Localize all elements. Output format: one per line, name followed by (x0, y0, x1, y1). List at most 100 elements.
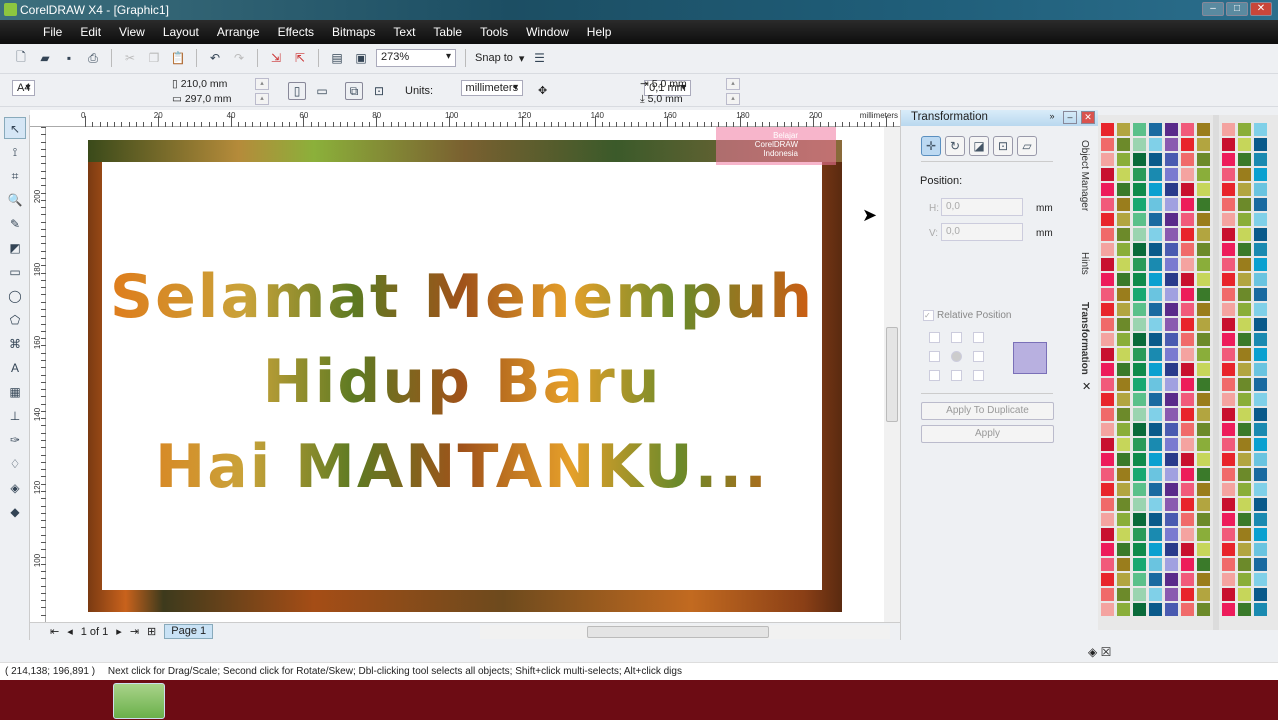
palette-swatch[interactable] (1222, 423, 1235, 436)
palette-swatch[interactable] (1117, 318, 1130, 331)
palette-swatch[interactable] (1149, 423, 1162, 436)
prev-page-button[interactable]: ◂ (67, 625, 73, 638)
palette-swatch[interactable] (1238, 423, 1251, 436)
vertical-scroll-thumb[interactable] (886, 327, 898, 422)
palette-swatch[interactable] (1181, 318, 1194, 331)
shape-tool-icon[interactable]: ⟟ (4, 141, 26, 163)
palette-swatch[interactable] (1197, 183, 1210, 196)
palette-swatch[interactable] (1133, 393, 1146, 406)
palette-swatch[interactable] (1222, 408, 1235, 421)
palette-swatch[interactable] (1149, 183, 1162, 196)
palette-swatch[interactable] (1197, 318, 1210, 331)
palette-swatch[interactable] (1181, 513, 1194, 526)
palette-swatch[interactable] (1117, 453, 1130, 466)
palette-swatch[interactable] (1149, 198, 1162, 211)
palette-swatch[interactable] (1133, 423, 1146, 436)
palette-swatch[interactable] (1165, 228, 1178, 241)
palette-swatch[interactable] (1254, 333, 1267, 346)
palette-swatch[interactable] (1165, 378, 1178, 391)
palette-swatch[interactable] (1197, 543, 1210, 556)
palette-swatch[interactable] (1101, 423, 1114, 436)
palette-swatch[interactable] (1181, 543, 1194, 556)
palette-swatch[interactable] (1101, 513, 1114, 526)
palette-swatch[interactable] (1238, 603, 1251, 616)
palette-swatch[interactable] (1197, 303, 1210, 316)
palette-swatch[interactable] (1101, 123, 1114, 136)
palette-swatch[interactable] (1222, 243, 1235, 256)
palette-swatch[interactable] (1254, 408, 1267, 421)
palette-swatch[interactable] (1181, 273, 1194, 286)
next-page-button[interactable]: ▸ (116, 625, 122, 638)
horizontal-scroll-thumb[interactable] (587, 626, 769, 638)
page-width-field[interactable]: ▯ 210,0 mm (172, 78, 227, 90)
palette-swatch[interactable] (1181, 363, 1194, 376)
palette-swatch[interactable] (1149, 573, 1162, 586)
scale-mirror-icon[interactable]: ◪ (969, 136, 989, 156)
palette-swatch[interactable] (1238, 393, 1251, 406)
all-pages-icon[interactable]: ⧉ (345, 82, 363, 100)
palette-swatch[interactable] (1254, 228, 1267, 241)
palette-swatch[interactable] (1149, 408, 1162, 421)
palette-swatch[interactable] (1101, 303, 1114, 316)
palette-swatch[interactable] (1197, 588, 1210, 601)
palette-swatch[interactable] (1181, 558, 1194, 571)
palette-swatch[interactable] (1165, 513, 1178, 526)
palette-swatch[interactable] (1133, 243, 1146, 256)
palette-swatch[interactable] (1238, 528, 1251, 541)
palette-swatch[interactable] (1238, 288, 1251, 301)
palette-swatch[interactable] (1254, 483, 1267, 496)
palette-swatch[interactable] (1133, 528, 1146, 541)
palette-swatch[interactable] (1254, 498, 1267, 511)
palette-swatch[interactable] (1117, 213, 1130, 226)
palette-swatch[interactable] (1222, 378, 1235, 391)
first-page-button[interactable]: ⇤ (50, 625, 59, 638)
palette-swatch[interactable] (1238, 468, 1251, 481)
palette-swatch[interactable] (1165, 243, 1178, 256)
palette-swatch[interactable] (1101, 198, 1114, 211)
palette-swatch[interactable] (1181, 588, 1194, 601)
palette-swatch[interactable] (1133, 363, 1146, 376)
palette-swatch[interactable] (1101, 378, 1114, 391)
palette-swatch[interactable] (1197, 603, 1210, 616)
palette-swatch[interactable] (1133, 408, 1146, 421)
palette-swatch[interactable] (1165, 258, 1178, 271)
palette-swatch[interactable] (1117, 348, 1130, 361)
palette-swatch[interactable] (1117, 363, 1130, 376)
palette-swatch[interactable] (1254, 423, 1267, 436)
palette-swatch[interactable] (1117, 573, 1130, 586)
palette-swatch[interactable] (1222, 123, 1235, 136)
palette-swatch[interactable] (1238, 138, 1251, 151)
palette-swatch[interactable] (1133, 198, 1146, 211)
palette-swatch[interactable] (1165, 168, 1178, 181)
palette-swatch[interactable] (1222, 333, 1235, 346)
palette-swatch[interactable] (1149, 483, 1162, 496)
cut-icon[interactable]: ✂ (121, 49, 139, 67)
zoom-level-select[interactable]: 273% (376, 49, 456, 67)
palette-swatch[interactable] (1133, 258, 1146, 271)
minimize-docker-button[interactable]: – (1063, 111, 1077, 124)
anchor-checkbox[interactable] (929, 351, 940, 362)
palette-swatch[interactable] (1165, 273, 1178, 286)
palette-swatch[interactable] (1149, 558, 1162, 571)
text-frame[interactable]: Selamat Menempuh Hidup Baru Hai MANTANKU… (102, 162, 822, 590)
export-icon[interactable]: ⇱ (291, 49, 309, 67)
palette-swatch[interactable] (1238, 543, 1251, 556)
palette-swatch[interactable] (1222, 213, 1235, 226)
text-line-1[interactable]: Selamat Menempuh (102, 262, 822, 332)
palette-swatch[interactable] (1254, 273, 1267, 286)
palette-swatch[interactable] (1222, 468, 1235, 481)
palette-swatch[interactable] (1254, 288, 1267, 301)
palette-swatch[interactable] (1238, 168, 1251, 181)
last-page-button[interactable]: ⇥ (130, 625, 139, 638)
palette-swatch[interactable] (1181, 378, 1194, 391)
palette-swatch[interactable] (1181, 498, 1194, 511)
palette-swatch[interactable] (1101, 153, 1114, 166)
palette-swatch[interactable] (1254, 528, 1267, 541)
palette-swatch[interactable] (1181, 153, 1194, 166)
palette-swatch[interactable] (1238, 513, 1251, 526)
v-position-field[interactable]: 0,0 (941, 223, 1023, 241)
palette-swatch[interactable] (1165, 288, 1178, 301)
vertical-ruler[interactable]: 200 180 160 140 120 100 (30, 127, 46, 622)
palette-swatch[interactable] (1238, 438, 1251, 451)
palette-swatch[interactable] (1149, 273, 1162, 286)
